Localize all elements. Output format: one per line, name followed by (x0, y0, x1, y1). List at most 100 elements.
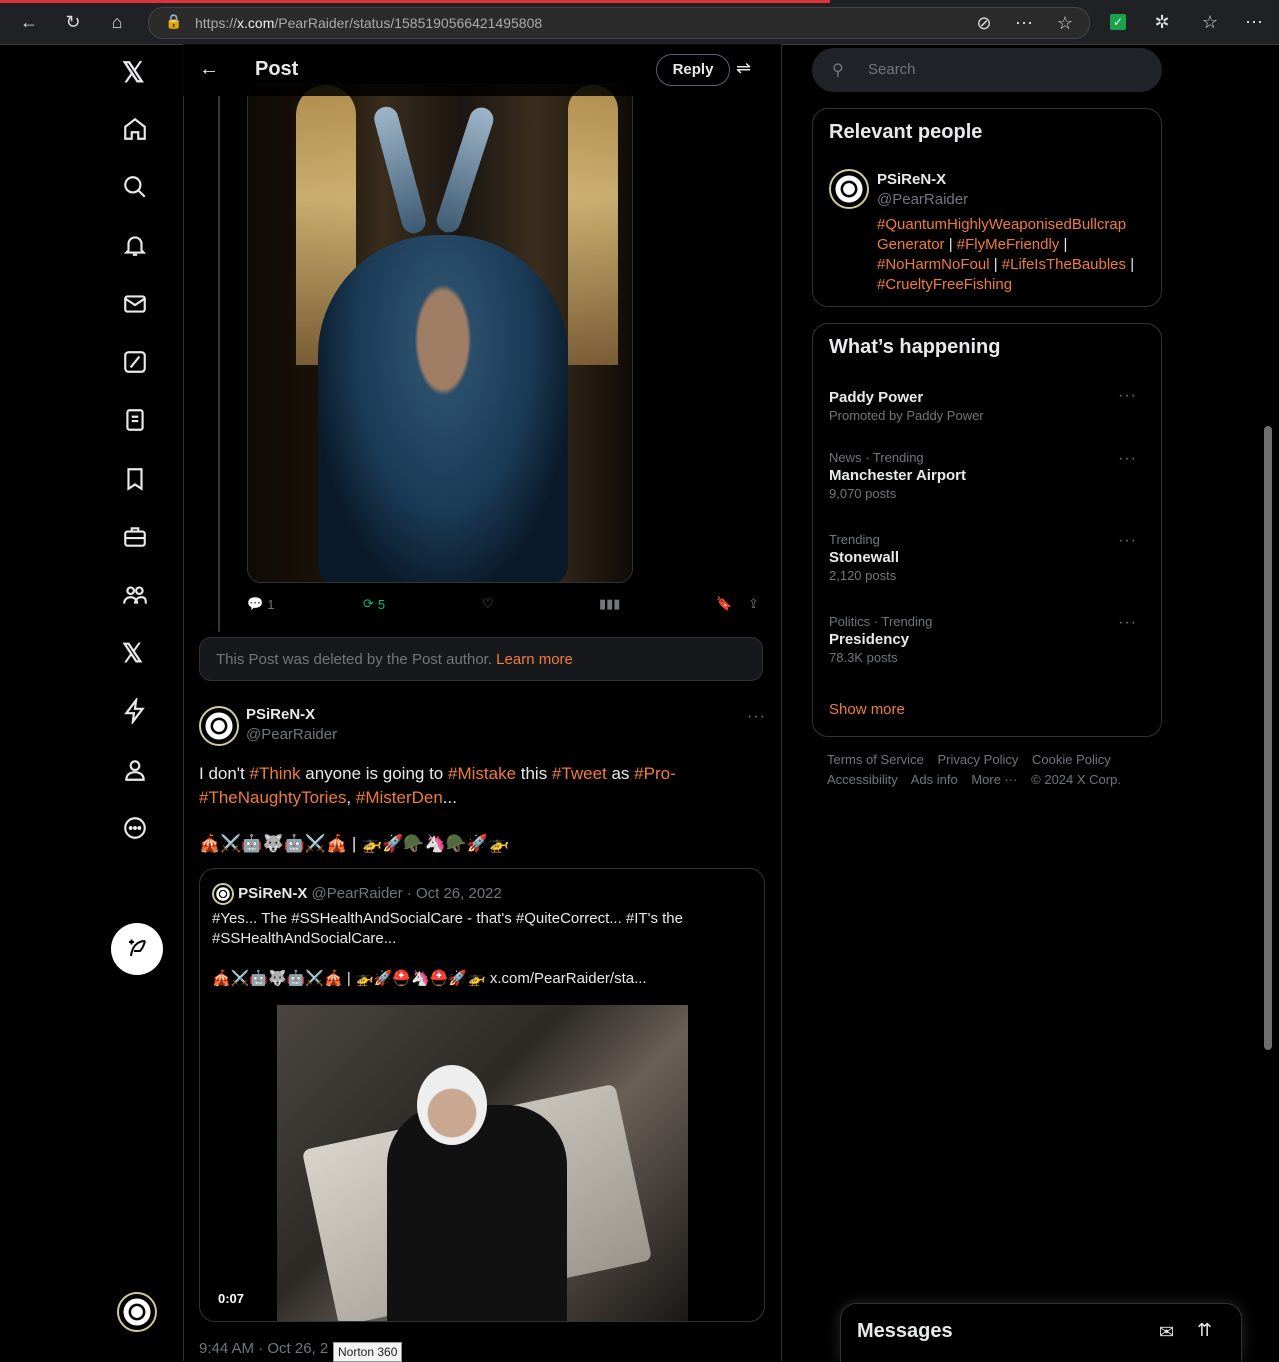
footer-link-accessibility[interactable]: Accessibility (827, 772, 898, 787)
ear-shape (371, 104, 429, 236)
search-placeholder: Search (868, 61, 916, 78)
bookmarks-icon[interactable] (122, 466, 152, 496)
post-text: I don't #Think anyone is going to #Mista… (199, 764, 676, 807)
trend-more-icon[interactable]: ··· (1118, 532, 1137, 550)
verified-orgs-bolt-icon[interactable] (122, 696, 152, 728)
trend-item[interactable]: Paddy Power Promoted by Paddy Power ··· (829, 387, 1145, 423)
deleted-text: This Post was deleted by the Post author… (216, 651, 492, 668)
quoted-post[interactable]: PSiReN-X @PearRaider · Oct 26, 2022 #Yes… (199, 868, 765, 1322)
messages-drawer[interactable]: Messages ✉ ⇈ (840, 1303, 1242, 1362)
relevant-people-title: Relevant people (829, 121, 983, 143)
author-name[interactable]: PSiReN-X (246, 706, 315, 723)
search-input[interactable]: ⚲ Search (812, 48, 1162, 92)
relevant-name[interactable]: PSiReN-X (877, 171, 946, 188)
repost-icon: ⟳ (363, 596, 374, 611)
page-scrollbar[interactable] (1264, 426, 1272, 1050)
footer-link-privacy[interactable]: Privacy Policy (937, 752, 1018, 767)
extensions-icon[interactable]: ✲ (1151, 11, 1173, 33)
thread-line (218, 96, 220, 632)
show-more-link[interactable]: Show more (829, 701, 905, 718)
relevant-handle[interactable]: @PearRaider (877, 191, 968, 208)
lock-icon: 🔒 (165, 13, 183, 29)
settings-sliders-icon[interactable]: ⇌ (736, 58, 751, 79)
new-message-icon[interactable]: ✉ (1159, 1322, 1174, 1343)
trend-item[interactable]: News · Trending Manchester Airport 9,070… (829, 450, 1145, 501)
learn-more-link[interactable]: Learn more (496, 651, 573, 668)
trend-name: Stonewall (829, 549, 900, 566)
messages-mail-icon[interactable] (122, 291, 152, 321)
trend-more-icon[interactable]: ··· (1118, 450, 1137, 468)
trend-more-icon[interactable]: ··· (1118, 387, 1137, 405)
tab-accent (0, 0, 830, 3)
expand-chevron-icon[interactable]: ⇈ (1197, 1320, 1212, 1341)
premium-x-icon[interactable]: 𝕏 (122, 638, 152, 668)
comment-icon: 💬 (247, 596, 264, 611)
lists-icon[interactable] (122, 407, 152, 437)
tracking-icon[interactable]: ⊘ (973, 12, 995, 34)
footer-link-terms[interactable]: Terms of Service (827, 752, 924, 767)
trend-name: Paddy Power (829, 389, 924, 406)
footer-link-ads[interactable]: Ads info (911, 772, 958, 787)
quote-avatar (212, 883, 234, 905)
compose-post-button[interactable] (111, 923, 163, 975)
quote-meta: @PearRaider · Oct 26, 2022 (311, 884, 502, 902)
relevant-bio: #QuantumHighlyWeaponisedBullcrap Generat… (877, 216, 1135, 293)
left-nav: 𝕏 𝕏 (0, 44, 184, 1361)
messages-title: Messages (857, 1320, 953, 1342)
extension-check-icon[interactable]: ✓ (1110, 14, 1126, 30)
reply-button[interactable]: Reply (656, 54, 730, 86)
trend-sub: 78.3K posts (829, 650, 898, 665)
quote-video[interactable] (277, 1005, 688, 1321)
explore-search-icon[interactable] (122, 174, 152, 204)
notifications-bell-icon[interactable] (122, 232, 152, 262)
footer-link-cookie[interactable]: Cookie Policy (1032, 752, 1111, 767)
url-text: https://x.com/PearRaider/status/15851905… (195, 15, 543, 31)
quote-text: #Yes... The #SSHealthAndSocialCare - tha… (212, 910, 683, 947)
relevant-people-card: Relevant people PSiReN-X @PearRaider #Qu… (812, 108, 1162, 307)
browser-toolbar: ← ↻ ⌂ 🔒 https://x.com/PearRaider/status/… (0, 0, 1279, 45)
post-timestamp[interactable]: 9:44 AM · Oct 26, 2 (199, 1340, 328, 1357)
browser-back-icon[interactable]: ← (18, 11, 40, 33)
like-action[interactable]: ♡ (482, 596, 494, 612)
trend-item[interactable]: Politics · Trending Presidency 78.3K pos… (829, 614, 1145, 665)
trend-more-icon[interactable]: ··· (1118, 614, 1137, 632)
x-logo-icon[interactable]: 𝕏 (122, 56, 152, 88)
jobs-briefcase-icon[interactable] (122, 524, 152, 554)
home-nav-icon[interactable] (122, 116, 152, 146)
author-handle[interactable]: @PearRaider (246, 726, 337, 743)
reply-action[interactable]: 💬 1 (247, 596, 274, 612)
post-image[interactable] (247, 84, 633, 583)
whats-happening-title: What’s happening (829, 336, 1001, 358)
ear-shape (433, 104, 497, 236)
grok-icon[interactable] (122, 349, 152, 379)
communities-icon[interactable] (122, 582, 152, 612)
favorites-icon[interactable]: ☆ (1199, 11, 1221, 33)
quote-emoji-line: 🎪⚔️🤖🐺🤖⚔️🎪 | 🚁🚀⛑️🦄⛑️🚀🚁 x.com/PearRaider/s… (212, 970, 647, 987)
profile-person-icon[interactable] (122, 757, 152, 787)
back-arrow-icon[interactable]: ← (199, 58, 219, 81)
footer-link-more[interactable]: More ··· (971, 772, 1017, 787)
relevant-avatar[interactable] (829, 169, 869, 209)
post-emoji-line: 🎪⚔️🤖🐺🤖⚔️🎪 | 🚁🚀🪖🦄🪖🚀🚁 (199, 834, 510, 853)
address-bar[interactable]: 🔒 https://x.com/PearRaider/status/158519… (148, 7, 1090, 39)
home-icon[interactable]: ⌂ (106, 11, 128, 33)
share-action[interactable]: ⇪ (748, 596, 759, 612)
reload-icon[interactable]: ↻ (62, 11, 84, 33)
quote-author: PSiReN-X (238, 884, 308, 902)
tooltip: Norton 360 (333, 1342, 403, 1362)
repost-action[interactable]: ⟳ 5 (363, 596, 385, 612)
views-action[interactable]: ▮▮▮ (599, 596, 620, 612)
browser-menu-icon[interactable]: ⋯ (1243, 11, 1265, 33)
share-icon: ⇪ (748, 596, 759, 611)
bookmark-action[interactable]: 🔖 (716, 596, 732, 612)
favorite-star-icon[interactable]: ☆ (1054, 12, 1076, 34)
whats-happening-card: What’s happening Paddy Power Promoted by… (812, 323, 1162, 737)
author-avatar[interactable] (199, 706, 239, 746)
trend-name: Manchester Airport (829, 467, 966, 484)
trend-item[interactable]: Trending Stonewall 2,120 posts ··· (829, 532, 1145, 583)
heart-icon: ♡ (482, 596, 494, 611)
account-avatar[interactable] (117, 1292, 157, 1332)
more-options-icon[interactable]: ··· (747, 708, 766, 726)
more-circle-icon[interactable] (122, 815, 152, 845)
reader-icon[interactable]: ⋯ (1013, 12, 1035, 34)
